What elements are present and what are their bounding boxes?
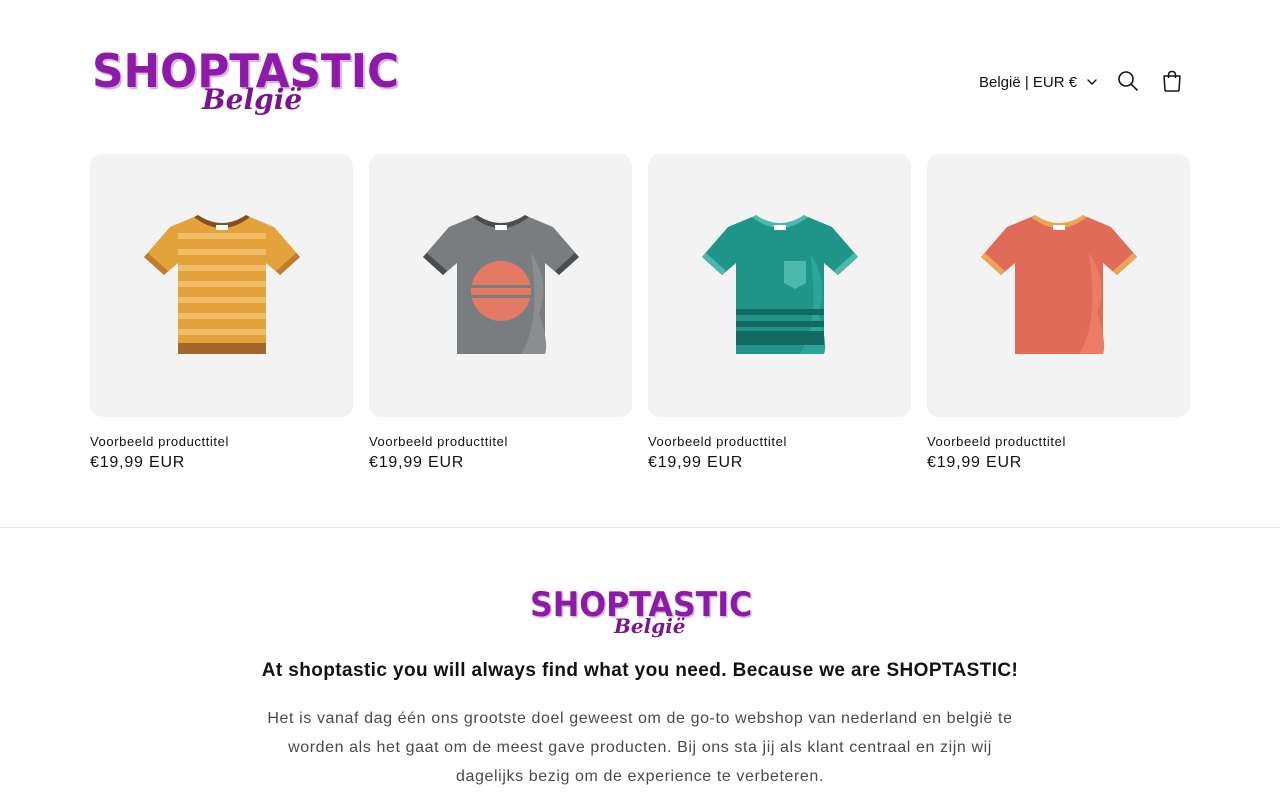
footer-headline: At shoptastic you will always find what … bbox=[261, 660, 1019, 681]
footer-body-text: Het is vanaf dag één ons grootste doel g… bbox=[267, 710, 1013, 785]
product-card[interactable]: Voorbeeld producttitel €19,99 EUR bbox=[648, 154, 911, 484]
product-title[interactable]: Voorbeeld producttitel bbox=[648, 434, 787, 449]
search-icon bbox=[1118, 71, 1138, 91]
logo-sub-text: België bbox=[202, 83, 303, 116]
chevron-down-icon bbox=[1087, 79, 1097, 85]
country-currency-label: België | EUR € bbox=[979, 73, 1078, 91]
search-button[interactable] bbox=[1114, 67, 1142, 95]
product-price: €19,99 EUR bbox=[648, 454, 744, 471]
product-title[interactable]: Voorbeeld producttitel bbox=[927, 434, 1066, 449]
cart-button[interactable] bbox=[1158, 67, 1186, 95]
product-price: €19,99 EUR bbox=[90, 454, 186, 471]
country-currency-selector[interactable]: België | EUR € bbox=[979, 72, 1099, 92]
product-image[interactable] bbox=[369, 154, 632, 417]
product-card[interactable]: Voorbeeld producttitel €19,99 EUR bbox=[369, 154, 632, 484]
product-price: €19,99 EUR bbox=[369, 454, 465, 471]
footer-logo: SHOPTASTIC België bbox=[530, 588, 770, 644]
teal-pocket-tshirt-image bbox=[701, 215, 858, 354]
product-image[interactable] bbox=[648, 154, 911, 417]
product-image[interactable] bbox=[90, 154, 353, 417]
coral-tshirt-image bbox=[980, 215, 1137, 354]
product-card[interactable]: Voorbeeld producttitel €19,99 EUR bbox=[927, 154, 1190, 484]
product-title[interactable]: Voorbeeld producttitel bbox=[90, 434, 229, 449]
product-title[interactable]: Voorbeeld producttitel bbox=[369, 434, 508, 449]
site-header: SHOPTASTIC België België | EUR € bbox=[0, 0, 1280, 140]
section-divider bbox=[0, 527, 1280, 528]
cart-icon bbox=[1163, 70, 1181, 92]
orange-striped-tshirt-image bbox=[143, 215, 300, 354]
footer-logo-sub-text: België bbox=[614, 614, 686, 638]
product-image[interactable] bbox=[927, 154, 1190, 417]
product-grid: Voorbeeld producttitel €19,99 EUR Voorbe… bbox=[90, 154, 1190, 484]
product-price: €19,99 EUR bbox=[927, 454, 1023, 471]
product-card[interactable]: Voorbeeld producttitel €19,99 EUR bbox=[90, 154, 353, 484]
site-logo[interactable]: SHOPTASTIC België bbox=[92, 48, 399, 122]
grey-sunset-tshirt-image bbox=[422, 215, 579, 354]
